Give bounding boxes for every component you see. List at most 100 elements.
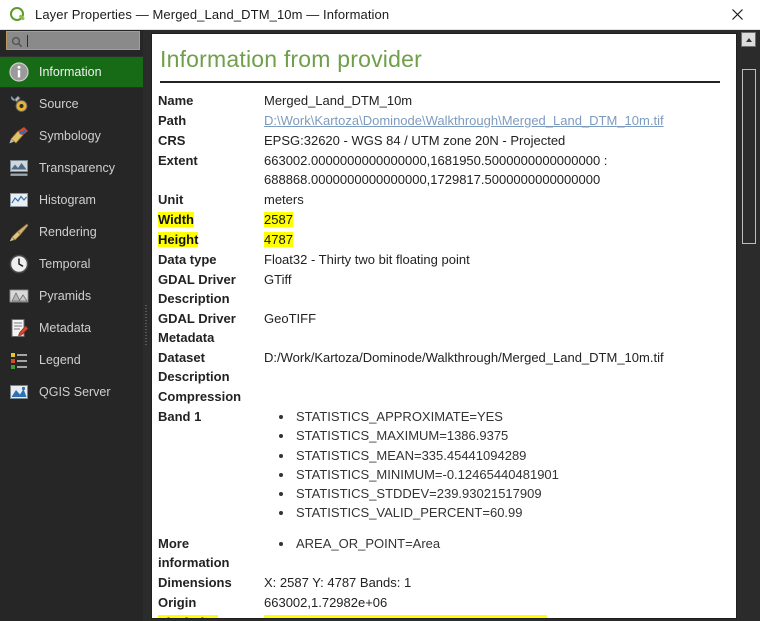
brush-icon — [8, 221, 30, 243]
row-key: GDAL Driver Description — [158, 272, 236, 306]
table-row: Compression — [158, 387, 726, 407]
row-value: Float32 - Thirty two bit floating point — [264, 252, 470, 267]
table-row: Name Merged_Land_DTM_10m — [158, 91, 726, 111]
scrollbar-thumb[interactable] — [742, 69, 756, 244]
row-value-highlight: 4787 — [264, 232, 293, 247]
list-item: STATISTICS_APPROXIMATE=YES — [294, 407, 726, 426]
row-value: 663002.0000000000000000,1681950.50000000… — [264, 153, 608, 187]
row-key: Path — [158, 113, 187, 128]
vertical-scrollbar[interactable] — [740, 30, 757, 621]
row-key: Dataset Description — [158, 350, 230, 384]
row-key: CRS — [158, 133, 186, 148]
row-spacer — [158, 524, 726, 534]
sidebar-item-pyramids[interactable]: Pyramids — [0, 280, 143, 312]
table-row: Data type Float32 - Thirty two bit float… — [158, 250, 726, 270]
dialog-body: Information Source Symbology Transparenc… — [0, 30, 760, 621]
row-value: 663002,1.72982e+06 — [264, 594, 388, 610]
document-pencil-icon — [8, 317, 30, 339]
table-row: Pixel Size 9.99845380749903434,-9.999373… — [158, 613, 726, 618]
sidebar-splitter[interactable] — [143, 30, 149, 621]
row-key: GDAL Driver Metadata — [158, 311, 236, 345]
table-row: CRS EPSG:32620 - WGS 84 / UTM zone 20N -… — [158, 131, 726, 151]
info-icon — [8, 61, 30, 83]
row-value: STATISTICS_APPROXIMATE=YES STATISTICS_MA… — [264, 407, 726, 524]
table-row: Extent 663002.0000000000000000,1681950.5… — [158, 151, 726, 190]
sidebar-item-legend[interactable]: Legend — [0, 344, 143, 376]
sidebar-search-box[interactable] — [6, 31, 140, 50]
sidebar-item-histogram[interactable]: Histogram — [0, 184, 143, 216]
wrench-gear-icon — [8, 93, 30, 115]
band-statistics-list: STATISTICS_APPROXIMATE=YES STATISTICS_MA… — [264, 407, 726, 523]
row-key: Width — [158, 210, 264, 230]
scrollbar-track[interactable] — [741, 49, 756, 621]
transparency-icon — [8, 157, 30, 179]
list-item: AREA_OR_POINT=Area — [294, 534, 726, 553]
sidebar-nav-list: Information Source Symbology Transparenc… — [0, 56, 143, 408]
sidebar-item-temporal[interactable]: Temporal — [0, 248, 143, 280]
sidebar-item-label: Source — [39, 97, 79, 111]
row-key: Origin — [158, 594, 197, 610]
row-value: GTiff — [264, 272, 292, 287]
scroll-up-button[interactable] — [741, 32, 756, 47]
table-row: Unit meters — [158, 190, 726, 210]
splitter-grip — [145, 305, 147, 347]
legend-icon — [8, 349, 30, 371]
sidebar-item-source[interactable]: Source — [0, 88, 143, 120]
sidebar-item-label: Legend — [39, 353, 81, 367]
list-item: STATISTICS_MAXIMUM=1386.9375 — [294, 426, 726, 445]
table-row: GDAL Driver Metadata GeoTIFF — [158, 309, 726, 348]
sidebar-item-label: QGIS Server — [39, 385, 111, 399]
search-icon — [11, 35, 23, 47]
table-row: Width 2587 — [158, 210, 726, 230]
histogram-icon — [8, 189, 30, 211]
paintbrush-color-icon — [8, 125, 30, 147]
properties-table: Name Merged_Land_DTM_10m Path D:\Work\Ka… — [158, 91, 726, 618]
sidebar-item-label: Metadata — [39, 321, 92, 335]
list-item: STATISTICS_MINIMUM=-0.12465440481901 — [294, 465, 726, 484]
properties-sidebar: Information Source Symbology Transparenc… — [0, 30, 143, 621]
path-link[interactable]: D:\Work\Kartoza\Dominode\Walkthrough\Mer… — [264, 113, 664, 128]
sidebar-item-label: Symbology — [39, 129, 101, 143]
sidebar-item-label: Pyramids — [39, 289, 92, 303]
row-key: Name — [158, 93, 194, 108]
row-key-highlight: Width — [158, 212, 194, 227]
row-value: 4787 — [264, 230, 726, 250]
row-key: Height — [158, 230, 264, 250]
row-value: 9.99845380749903434,-9.99937330269479929… — [264, 613, 726, 618]
row-value: 2587 — [264, 210, 726, 230]
table-row: Path D:\Work\Kartoza\Dominode\Walkthroug… — [158, 111, 726, 131]
table-row-band: Band 1 STATISTICS_APPROXIMATE=YES STATIS… — [158, 407, 726, 524]
information-panel: Information from provider Name Merged_La… — [151, 33, 737, 619]
row-key: Unit — [158, 192, 184, 207]
list-item: STATISTICS_VALID_PERCENT=60.99 — [294, 503, 726, 522]
sidebar-item-label: Temporal — [39, 257, 91, 271]
qgis-server-icon — [8, 381, 30, 403]
title-divider — [160, 81, 720, 83]
table-row: GDAL Driver Description GTiff — [158, 270, 726, 309]
sidebar-item-metadata[interactable]: Metadata — [0, 312, 143, 344]
sidebar-item-information[interactable]: Information — [0, 56, 143, 88]
sidebar-item-qgis-server[interactable]: QGIS Server — [0, 376, 143, 408]
row-value: GeoTIFF — [264, 311, 317, 326]
row-key: Band 1 — [158, 409, 202, 424]
row-key: Compression — [158, 389, 242, 404]
row-key-highlight: Height — [158, 232, 199, 247]
table-row: Origin 663002,1.72982e+06 — [158, 593, 726, 613]
row-value — [264, 387, 726, 407]
row-value-highlight: 2587 — [264, 212, 293, 227]
row-value-highlight: 9.99845380749903434,-9.99937330269479929… — [264, 614, 547, 618]
row-value: D:\Work\Kartoza\Dominode\Walkthrough\Mer… — [264, 111, 726, 131]
window-title: Layer Properties — Merged_Land_DTM_10m —… — [35, 7, 390, 22]
sidebar-item-rendering[interactable]: Rendering — [0, 216, 143, 248]
search-input[interactable] — [30, 34, 130, 47]
sidebar-item-transparency[interactable]: Transparency — [0, 152, 143, 184]
pyramids-icon — [8, 285, 30, 307]
more-information-list: AREA_OR_POINT=Area — [264, 534, 726, 553]
sidebar-item-label: Histogram — [39, 193, 96, 207]
row-value: D:/Work/Kartoza/Dominode/Walkthrough/Mer… — [264, 350, 664, 365]
row-key-highlight: Pixel Size — [158, 614, 218, 618]
row-value: X: 2587 Y: 4787 Bands: 1 — [264, 574, 412, 590]
chevron-up-icon — [745, 37, 752, 42]
close-icon[interactable] — [714, 0, 760, 29]
sidebar-item-symbology[interactable]: Symbology — [0, 120, 143, 152]
